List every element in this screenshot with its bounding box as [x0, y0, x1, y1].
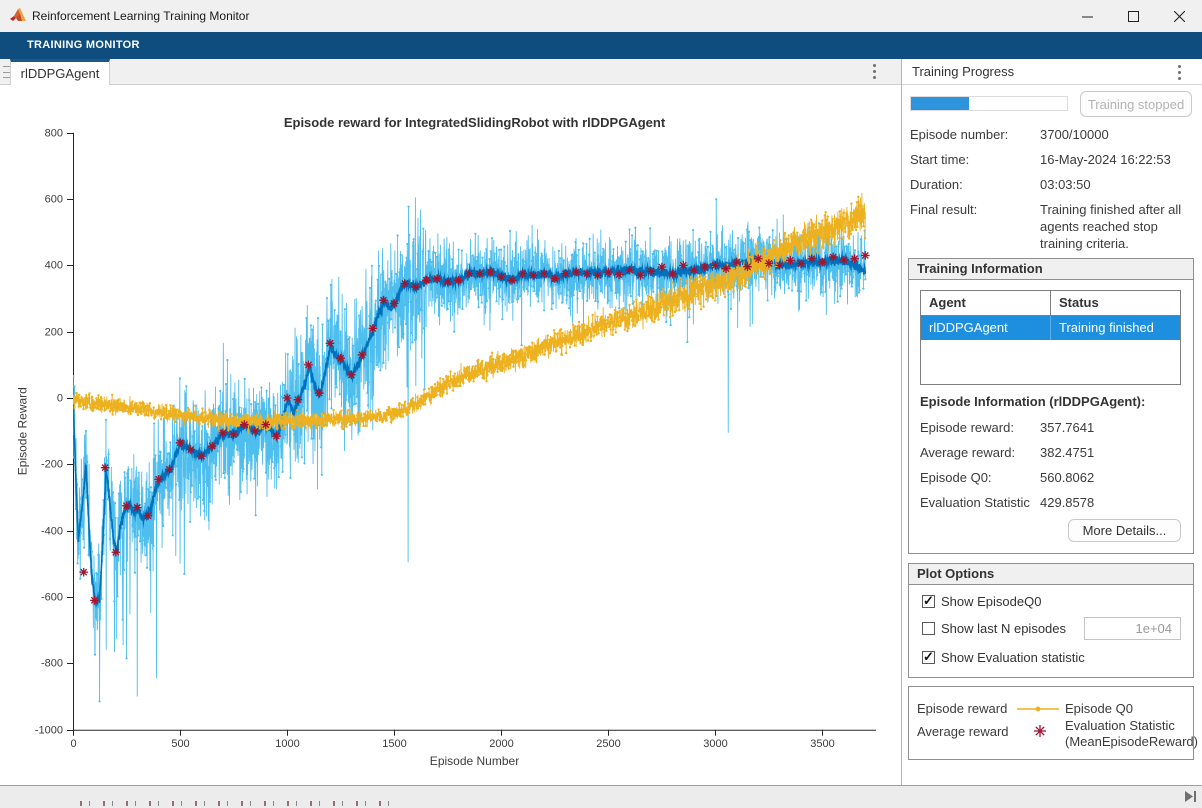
agent-cell: rlDDPGAgent	[921, 316, 1051, 340]
start-time-value: 16-May-2024 16:22:53	[1040, 152, 1171, 167]
show-last-n-label: Show last N episodes	[941, 621, 1066, 636]
window-title: Reinforcement Learning Training Monitor	[32, 0, 249, 32]
agent-column-header: Agent	[921, 291, 1051, 315]
average-reward-value: 382.4751	[1040, 445, 1094, 460]
training-stopped-button[interactable]: Training stopped	[1080, 91, 1192, 117]
maximize-button[interactable]	[1110, 0, 1156, 32]
more-details-button[interactable]: More Details...	[1068, 519, 1181, 542]
legend-evaluation: Evaluation Statistic (MeanEpisodeReward)	[1065, 718, 1191, 750]
episode-number-value: 3700/10000	[1040, 127, 1109, 142]
tab-options-menu-icon[interactable]	[873, 64, 876, 79]
episode-information-header: Episode Information (rlDDPGAgent):	[920, 394, 1145, 409]
training-information-header: Training Information	[909, 259, 1193, 280]
episode-q0-label: Episode Q0:	[920, 470, 992, 485]
show-evaluation-checkbox[interactable]	[922, 651, 935, 664]
show-episodeq0-checkbox[interactable]	[922, 595, 935, 608]
duration-value: 03:03:50	[1040, 177, 1091, 192]
training-progress-bar	[910, 96, 1068, 111]
show-evaluation-label: Show Evaluation statistic	[941, 650, 1085, 665]
episode-number-label: Episode number:	[910, 127, 1008, 142]
close-button[interactable]	[1156, 0, 1202, 32]
training-stopped-label: Training stopped	[1088, 97, 1184, 112]
average-reward-label: Average reward:	[920, 445, 1015, 460]
episode-reward-chart	[1, 85, 901, 785]
episode-q0-value: 560.8062	[1040, 470, 1094, 485]
episode-q0-marker-icon	[1015, 703, 1061, 715]
episode-reward-label: Episode reward:	[920, 420, 1014, 435]
document-tab-strip: rlDDPGAgent	[0, 59, 902, 85]
table-header-row: Agent Status	[921, 291, 1180, 316]
last-n-episodes-input[interactable]	[1084, 617, 1181, 640]
episode-reward-value: 357.7641	[1040, 420, 1094, 435]
legend-panel: Episode reward Average reward Episode Q0…	[908, 686, 1194, 760]
final-result-label: Final result:	[910, 202, 977, 217]
plot-options-header: Plot Options	[909, 564, 1193, 585]
toolstrip-ribbon: TRAINING MONITOR	[0, 32, 1202, 59]
legend-episode-q0: Episode Q0	[1065, 701, 1133, 716]
matlab-logo-icon	[10, 8, 27, 24]
legend-episode-reward: Episode reward	[917, 701, 1007, 716]
agent-status-table: Agent Status rlDDPGAgent Training finish…	[920, 290, 1181, 385]
legend-average-reward: Average reward	[917, 724, 1009, 739]
training-progress-title: Training Progress	[912, 59, 1014, 85]
final-result-value: Training finished after all agents reach…	[1040, 201, 1193, 252]
grip-icon	[3, 66, 10, 78]
agent-row[interactable]: rlDDPGAgent Training finished	[921, 316, 1180, 340]
show-episodeq0-option[interactable]: Show EpisodeQ0	[922, 594, 1041, 609]
show-episodeq0-label: Show EpisodeQ0	[941, 594, 1041, 609]
evaluation-statistic-value: 429.8578	[1040, 495, 1094, 510]
ribbon-tab-training-monitor[interactable]: TRAINING MONITOR	[27, 32, 140, 59]
next-figure-sliver	[80, 801, 400, 806]
start-time-label: Start time:	[910, 152, 969, 167]
show-last-n-option[interactable]: Show last N episodes	[922, 621, 1066, 636]
minimize-button[interactable]	[1064, 0, 1110, 32]
status-column-header: Status	[1051, 291, 1180, 315]
status-cell: Training finished	[1051, 316, 1180, 340]
training-progress-header-bar: Training Progress	[902, 59, 1202, 85]
show-evaluation-option[interactable]: Show Evaluation statistic	[922, 650, 1085, 665]
panel-divider	[901, 59, 902, 808]
progress-fill	[911, 97, 969, 110]
evaluation-statistic-label: Evaluation Statistic	[920, 495, 1030, 510]
collapse-panel-icon[interactable]	[1183, 790, 1198, 803]
figure-area	[0, 85, 902, 785]
show-last-n-checkbox[interactable]	[922, 622, 935, 635]
app-window: { "window": { "title": "Reinforcement Le…	[0, 0, 1202, 808]
tab-rlddpgagent[interactable]: rlDDPGAgent	[10, 59, 110, 85]
panel-options-menu-icon[interactable]	[1178, 65, 1181, 80]
title-bar: Reinforcement Learning Training Monitor	[0, 0, 1202, 33]
tab-label: rlDDPGAgent	[21, 66, 100, 81]
duration-label: Duration:	[910, 177, 963, 192]
more-details-label: More Details...	[1083, 523, 1167, 538]
evaluation-asterisk-icon	[1033, 724, 1047, 738]
